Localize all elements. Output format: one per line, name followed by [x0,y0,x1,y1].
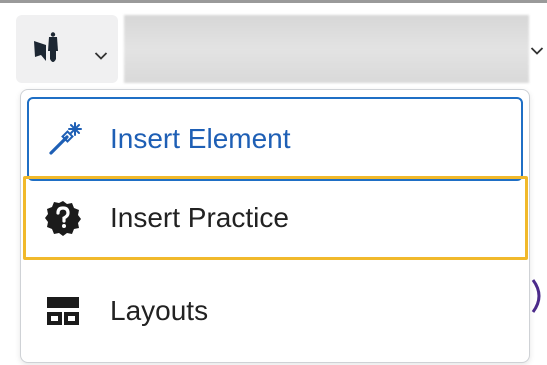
menu-item-label: Insert Practice [110,202,289,233]
menu-item-layouts[interactable]: Layouts [27,268,523,354]
editor-toolbar [0,3,547,99]
question-gear-icon [43,198,83,238]
insert-stuff-icon [32,31,76,72]
background-partial-icon [531,276,547,321]
menu-item-label: Insert Element [110,123,291,154]
magic-wand-icon [45,119,85,159]
menu-item-insert-practice[interactable]: Insert Practice [23,176,528,260]
layouts-icon [43,291,83,331]
blurred-toolbar-area [124,15,529,83]
insert-stuff-button[interactable] [16,15,118,83]
chevron-down-icon [94,48,108,66]
menu-item-label: Layouts [110,295,209,326]
chevron-down-icon[interactable] [530,43,544,61]
menu-item-insert-element[interactable]: Insert Element [27,97,523,181]
insert-menu: Insert Element Insert Practice Layouts [20,89,530,363]
